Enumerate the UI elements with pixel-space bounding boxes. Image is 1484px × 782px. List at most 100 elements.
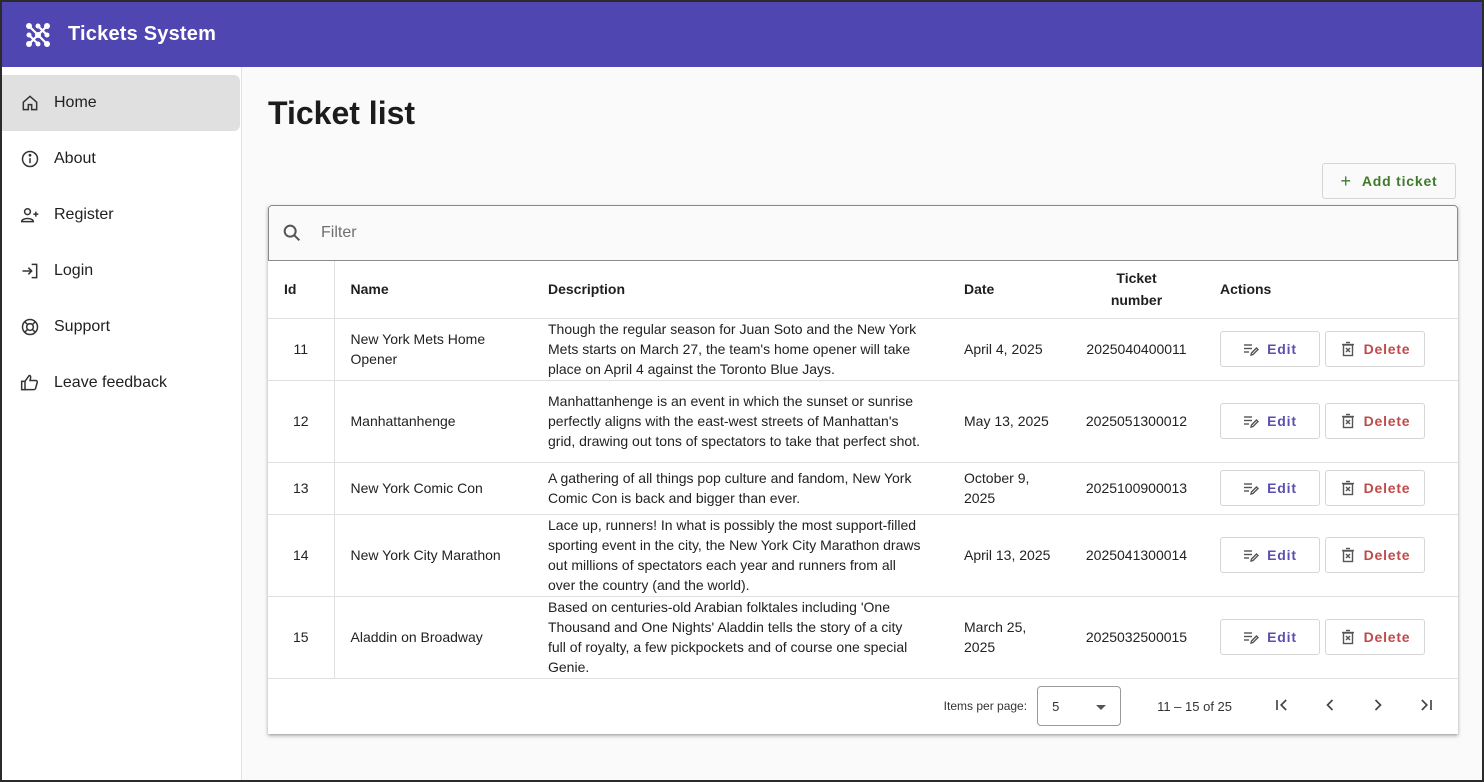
sidebar-item-label: Support <box>54 318 111 335</box>
cell-ticket-number: 2025032500015 <box>1067 596 1206 679</box>
edit-label: Edit <box>1267 629 1297 645</box>
person-add-icon <box>20 205 40 225</box>
sidebar-item-label: Register <box>54 206 114 223</box>
items-per-page-value: 5 <box>1052 698 1060 714</box>
previous-page-button[interactable] <box>1306 686 1354 726</box>
edit-button[interactable]: Edit <box>1220 403 1320 439</box>
cell-description: Manhattanhenge is an event in which the … <box>532 380 948 463</box>
app-window: Tickets System Home About Register Login <box>0 0 1484 782</box>
cell-date: April 4, 2025 <box>948 318 1067 381</box>
cell-ticket-number: 2025051300012 <box>1067 380 1206 463</box>
edit-button[interactable]: Edit <box>1220 619 1320 655</box>
next-page-button[interactable] <box>1354 686 1402 726</box>
app-title: Tickets System <box>68 23 217 45</box>
cell-name: New York Comic Con <box>334 462 532 515</box>
ticket-table-card: Id Name Description Date Ticket number Ac… <box>268 205 1458 734</box>
edit-label: Edit <box>1267 413 1297 429</box>
last-page-button[interactable] <box>1402 686 1450 726</box>
sidebar-item-support[interactable]: Support <box>2 299 240 355</box>
app-logo-icon <box>22 19 54 51</box>
sidebar-item-about[interactable]: About <box>2 131 240 187</box>
cell-name: New York Mets Home Opener <box>334 318 532 381</box>
delete-label: Delete <box>1363 629 1411 645</box>
cell-actions: Edit Delete <box>1206 380 1458 463</box>
chevron-right-icon <box>1368 695 1388 718</box>
delete-button[interactable]: Delete <box>1325 403 1425 439</box>
cell-actions: Edit Delete <box>1206 462 1458 515</box>
login-icon <box>20 261 40 281</box>
sidebar-item-label: Home <box>54 94 97 111</box>
sidebar-item-register[interactable]: Register <box>2 187 240 243</box>
cell-ticket-number: 2025100900013 <box>1067 462 1206 515</box>
cell-id: 11 <box>268 318 335 381</box>
edit-icon <box>1243 413 1260 429</box>
table-row: 11 New York Mets Home Opener Though the … <box>268 318 1458 381</box>
last-page-icon <box>1416 695 1436 718</box>
ticket-table: Id Name Description Date Ticket number Ac… <box>268 261 1458 679</box>
sidebar-item-login[interactable]: Login <box>2 243 240 299</box>
edit-button[interactable]: Edit <box>1220 470 1320 506</box>
items-per-page-select[interactable]: 5 <box>1037 686 1122 726</box>
delete-label: Delete <box>1363 413 1411 429</box>
trash-icon <box>1340 547 1356 563</box>
first-page-button[interactable] <box>1258 686 1306 726</box>
cell-name: Manhattanhenge <box>334 380 532 463</box>
dropdown-arrow-icon <box>1096 699 1107 714</box>
column-header-name[interactable]: Name <box>334 261 532 319</box>
cell-description: Though the regular season for Juan Soto … <box>532 318 948 381</box>
page-title: Ticket list <box>268 95 416 131</box>
edit-button[interactable]: Edit <box>1220 537 1320 573</box>
paginator: Items per page: 5 11 – 15 of 25 <box>268 678 1458 734</box>
cell-actions: Edit Delete <box>1206 596 1458 679</box>
cell-id: 15 <box>268 596 335 679</box>
edit-icon <box>1243 341 1260 357</box>
cell-date: April 13, 2025 <box>948 514 1067 597</box>
delete-label: Delete <box>1363 480 1411 496</box>
column-header-date[interactable]: Date <box>948 261 1067 319</box>
column-header-description[interactable]: Description <box>532 261 948 319</box>
main-content: Ticket list + Add ticket Id Name Descrip… <box>243 67 1482 780</box>
cell-name: New York City Marathon <box>334 514 532 597</box>
edit-button[interactable]: Edit <box>1220 331 1320 367</box>
sidebar-item-home[interactable]: Home <box>2 75 240 131</box>
delete-button[interactable]: Delete <box>1325 619 1425 655</box>
chevron-left-icon <box>1320 695 1340 718</box>
plus-icon: + <box>1340 171 1352 191</box>
edit-icon <box>1243 480 1260 496</box>
column-header-ticket-number[interactable]: Ticket number <box>1067 261 1206 319</box>
delete-button[interactable]: Delete <box>1325 470 1425 506</box>
sidebar: Home About Register Login Support Leave … <box>2 67 242 780</box>
delete-label: Delete <box>1363 547 1411 563</box>
thumb-up-icon <box>20 373 40 393</box>
column-header-ticket-number-line1: Ticket <box>1116 270 1157 287</box>
sidebar-item-label: Leave feedback <box>54 374 167 391</box>
sidebar-item-leave-feedback[interactable]: Leave feedback <box>2 355 240 411</box>
table-row: 12 Manhattanhenge Manhattanhenge is an e… <box>268 380 1458 463</box>
table-row: 13 New York Comic Con A gathering of all… <box>268 462 1458 515</box>
delete-button[interactable]: Delete <box>1325 331 1425 367</box>
cell-description: Based on centuries-old Arabian folktales… <box>532 596 948 679</box>
filter-field <box>268 205 1458 261</box>
trash-icon <box>1340 629 1356 645</box>
filter-input[interactable] <box>321 224 1221 242</box>
cell-ticket-number: 2025040400011 <box>1067 318 1206 381</box>
cell-name: Aladdin on Broadway <box>334 596 532 679</box>
items-per-page-label: Items per page: <box>943 699 1028 713</box>
info-icon <box>20 149 40 169</box>
cell-description: Lace up, runners! In what is possibly th… <box>532 514 948 597</box>
sidebar-item-label: Login <box>54 262 94 279</box>
page-range-label: 11 – 15 of 25 <box>1157 698 1232 714</box>
table-header-row: Id Name Description Date Ticket number Ac… <box>268 261 1458 319</box>
add-ticket-button[interactable]: + Add ticket <box>1322 163 1456 199</box>
trash-icon <box>1340 341 1356 357</box>
table-row: 14 New York City Marathon Lace up, runne… <box>268 514 1458 597</box>
trash-icon <box>1340 413 1356 429</box>
cell-description: A gathering of all things pop culture an… <box>532 462 948 515</box>
cell-ticket-number: 2025041300014 <box>1067 514 1206 597</box>
search-icon <box>281 221 305 245</box>
table-row: 15 Aladdin on Broadway Based on centurie… <box>268 596 1458 679</box>
column-header-id[interactable]: Id <box>268 261 335 319</box>
edit-icon <box>1243 629 1260 645</box>
delete-button[interactable]: Delete <box>1325 537 1425 573</box>
column-header-ticket-number-line2: number <box>1110 292 1163 309</box>
